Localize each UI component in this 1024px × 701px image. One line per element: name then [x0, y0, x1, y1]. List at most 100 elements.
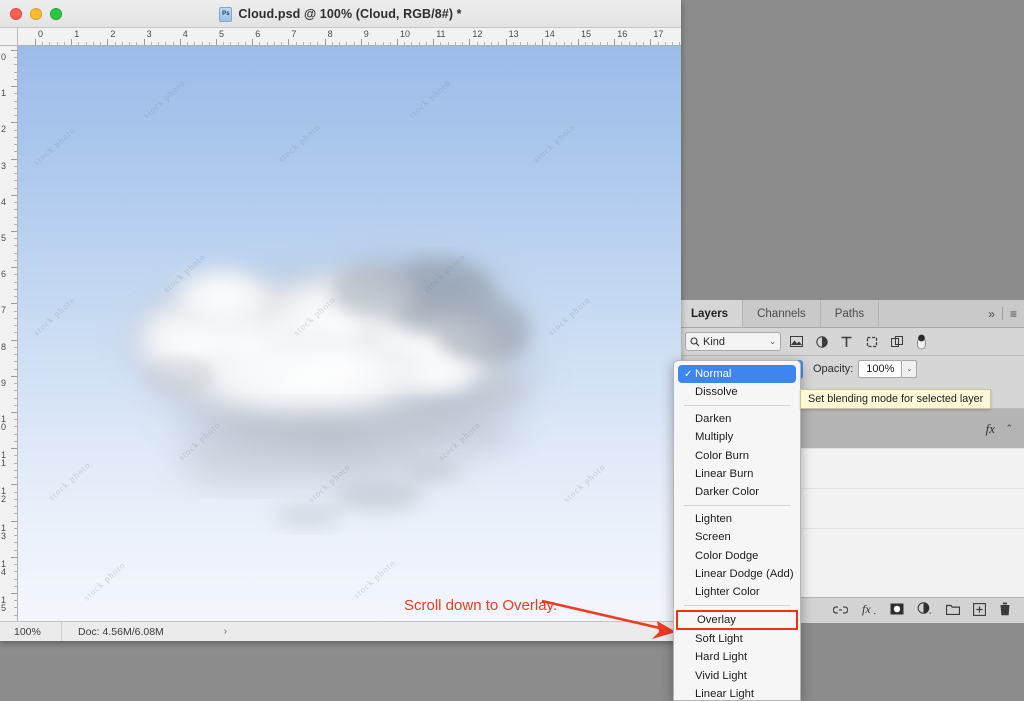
menu-item-darken[interactable]: Darken: [674, 410, 800, 428]
ruler-tick: [650, 39, 652, 45]
menu-item-vivid-light[interactable]: Vivid Light: [674, 666, 800, 684]
menu-item-color-dodge[interactable]: Color Dodge: [674, 547, 800, 565]
ruler-label: 6: [255, 29, 261, 39]
new-group-icon[interactable]: [945, 603, 961, 618]
menu-item-label: Hard Light: [695, 651, 748, 664]
ruler-tick: [11, 267, 17, 269]
vertical-ruler[interactable]: 012345678910111213141516: [0, 46, 18, 621]
menu-item-linear-burn[interactable]: Linear Burn: [674, 465, 800, 483]
ruler-tick: [11, 303, 17, 305]
ruler-corner[interactable]: [0, 28, 18, 46]
opacity-label: Opacity:: [813, 363, 854, 375]
filter-kind-select[interactable]: Kind ⌄: [685, 332, 781, 351]
menu-item-color-burn[interactable]: Color Burn: [674, 447, 800, 465]
ruler-label: 15: [1, 595, 7, 613]
menu-item-label: Overlay: [697, 614, 736, 627]
opacity-chevron-icon[interactable]: ⌄: [902, 360, 918, 378]
document-canvas[interactable]: stock photo stock photo stock photo stoc…: [18, 46, 681, 621]
new-layer-icon[interactable]: [973, 602, 986, 619]
opacity-value[interactable]: 100%: [858, 360, 903, 378]
blend-mode-dropdown-menu[interactable]: ✓ Normal Dissolve Darken Multiply Color Burn L…: [673, 360, 801, 701]
ruler-tick: [433, 39, 435, 45]
menu-item-lighter-color[interactable]: Lighter Color: [674, 583, 800, 601]
ruler-label: 0: [1, 52, 7, 62]
new-adjustment-layer-icon[interactable]: [917, 602, 933, 619]
panel-menu-icon[interactable]: ≡: [1010, 307, 1017, 321]
search-icon: [690, 336, 700, 346]
menu-item-soft-light[interactable]: Soft Light: [674, 630, 800, 648]
menu-item-label: Multiply: [695, 431, 734, 444]
ruler-label: 3: [1, 160, 7, 171]
type-layer-filter-icon[interactable]: [837, 332, 856, 351]
ruler-label: 9: [1, 377, 7, 388]
window-titlebar: Cloud.psd @ 100% (Cloud, RGB/8#) *: [0, 0, 681, 28]
ruler-tick: [11, 412, 17, 413]
menu-item-dissolve[interactable]: Dissolve: [674, 383, 800, 401]
menu-item-label: Soft Light: [695, 633, 743, 646]
ruler-label: 5: [1, 233, 7, 243]
photoshop-screenshot: Layers Channels Paths » ≡ Kind ⌄ Opacity…: [0, 0, 1024, 701]
status-chevron-icon[interactable]: ›: [224, 626, 227, 637]
ruler-label: 4: [182, 29, 188, 39]
add-layer-style-icon[interactable]: fx: [861, 602, 877, 619]
horizontal-ruler[interactable]: 0123456789101112131415161718: [18, 28, 681, 46]
menu-separator: [684, 505, 790, 507]
collapse-panel-icon[interactable]: »: [988, 307, 995, 321]
document-size: Doc: 4.56M/6.08M ›: [62, 626, 227, 638]
menu-item-screen[interactable]: Screen: [674, 528, 800, 546]
menu-item-label: Dissolve: [695, 386, 738, 399]
window-title: Cloud.psd @ 100% (Cloud, RGB/8#) *: [0, 0, 681, 28]
ruler-tick: [11, 86, 17, 88]
zoom-level[interactable]: 100%: [0, 621, 62, 641]
adjustment-layer-filter-icon[interactable]: [812, 332, 831, 351]
tab-layers[interactable]: Layers: [677, 300, 744, 327]
menu-item-darker-color[interactable]: Darker Color: [674, 483, 800, 501]
menu-item-label: Normal: [695, 368, 732, 380]
menu-item-linear-dodge-add[interactable]: Linear Dodge (Add): [674, 565, 800, 583]
check-icon: ✓: [684, 368, 693, 380]
menu-item-label: Linear Light: [695, 687, 755, 700]
tab-paths-label: Paths: [834, 307, 865, 320]
menu-item-linear-light[interactable]: Linear Light: [674, 685, 800, 700]
ruler-tick: [578, 39, 579, 45]
psd-file-icon: [219, 6, 233, 22]
ruler-label: 5: [219, 29, 225, 39]
ruler-tick: [252, 39, 254, 45]
ruler-label: 12: [1, 486, 7, 505]
shape-layer-filter-icon[interactable]: [862, 332, 881, 351]
ruler-label: 9: [363, 29, 369, 39]
ruler-label: 3: [146, 29, 152, 39]
menu-item-hard-light[interactable]: Hard Light: [674, 648, 800, 666]
menu-separator: [684, 405, 790, 407]
panel-header-controls: » ≡: [988, 300, 1024, 327]
layer-effects-indicator[interactable]: fx: [986, 421, 995, 437]
menu-item-multiply[interactable]: Multiply: [674, 428, 800, 446]
ruler-label: 12: [472, 29, 483, 39]
menu-item-normal[interactable]: ✓ Normal: [678, 365, 796, 383]
menu-item-overlay[interactable]: Overlay: [676, 610, 798, 631]
filter-toggle-icon[interactable]: [912, 332, 931, 351]
cloud-image: stock photo stock photo stock photo stoc…: [18, 46, 681, 621]
ruler-tick: [505, 39, 507, 45]
menu-item-label: Linear Burn: [695, 467, 754, 480]
menu-item-label: Darken: [695, 413, 732, 426]
filter-kind-label: Kind: [703, 335, 726, 348]
menu-item-lighten[interactable]: Lighten: [674, 510, 800, 528]
delete-layer-icon[interactable]: [999, 602, 1011, 619]
ruler-tick: [469, 39, 471, 45]
ruler-label: 2: [1, 124, 7, 135]
smart-object-filter-icon[interactable]: [887, 332, 906, 351]
chevron-up-icon[interactable]: ⌃: [1005, 423, 1013, 434]
ruler-tick: [11, 158, 17, 160]
add-layer-mask-icon[interactable]: [890, 603, 904, 618]
tab-channels[interactable]: Channels: [743, 300, 821, 327]
ruler-label: 15: [581, 29, 592, 39]
pixel-layer-filter-icon[interactable]: [787, 332, 806, 351]
tab-paths[interactable]: Paths: [821, 300, 880, 327]
ruler-label: 7: [1, 305, 7, 316]
annotation-arrow: [541, 599, 676, 639]
tab-layers-label: Layers: [691, 307, 729, 320]
ruler-label: 16: [617, 29, 628, 39]
ruler-label: 1: [74, 29, 80, 39]
link-layers-icon[interactable]: [832, 604, 849, 618]
